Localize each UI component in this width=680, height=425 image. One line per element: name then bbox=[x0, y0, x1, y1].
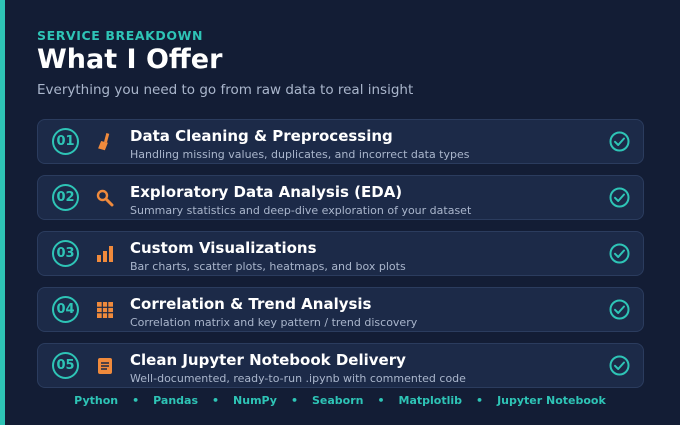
separator-dot: • bbox=[377, 394, 385, 407]
service-number: 01 bbox=[52, 128, 79, 155]
tech-python: Python bbox=[74, 394, 119, 407]
service-title: Custom Visualizations bbox=[130, 239, 317, 257]
check-circle-icon bbox=[609, 355, 630, 376]
bar-chart-icon bbox=[97, 246, 113, 262]
separator-dot: • bbox=[212, 394, 220, 407]
page-title: What I Offer bbox=[37, 44, 223, 75]
tech-numpy: NumPy bbox=[233, 394, 277, 407]
service-card-eda: 02 Exploratory Data Analysis (EDA) Summa… bbox=[37, 175, 644, 220]
tech-jupyter-notebook: Jupyter Notebook bbox=[497, 394, 606, 407]
left-accent-bar bbox=[0, 0, 5, 425]
broom-icon bbox=[98, 133, 110, 151]
service-card-cleaning: 01 Data Cleaning & Preprocessing Handlin… bbox=[37, 119, 644, 164]
tech-seaborn: Seaborn bbox=[312, 394, 364, 407]
service-title: Clean Jupyter Notebook Delivery bbox=[130, 351, 406, 369]
service-description: Correlation matrix and key pattern / tre… bbox=[130, 316, 418, 329]
tech-matplotlib: Matplotlib bbox=[398, 394, 463, 407]
magnifier-icon bbox=[96, 189, 114, 207]
check-circle-icon bbox=[609, 131, 630, 152]
check-circle-icon bbox=[609, 299, 630, 320]
check-circle-icon bbox=[609, 243, 630, 264]
service-list: 01 Data Cleaning & Preprocessing Handlin… bbox=[37, 119, 644, 399]
page-subtitle: Everything you need to go from raw data … bbox=[37, 82, 414, 98]
service-number: 05 bbox=[52, 352, 79, 379]
service-card-visualizations: 03 Custom Visualizations Bar charts, sca… bbox=[37, 231, 644, 276]
section-eyebrow: SERVICE BREAKDOWN bbox=[37, 28, 204, 43]
service-card-correlation: 04 Correlation & Trend Analysis Correlat… bbox=[37, 287, 644, 332]
service-title: Correlation & Trend Analysis bbox=[130, 295, 372, 313]
service-title: Exploratory Data Analysis (EDA) bbox=[130, 183, 403, 201]
tech-stack: Python • Pandas • NumPy • Seaborn • Matp… bbox=[0, 394, 680, 407]
service-card-notebook: 05 Clean Jupyter Notebook Delivery Well-… bbox=[37, 343, 644, 388]
tech-pandas: Pandas bbox=[153, 394, 198, 407]
service-description: Summary statistics and deep-dive explora… bbox=[130, 204, 472, 217]
service-number: 04 bbox=[52, 296, 79, 323]
separator-dot: • bbox=[132, 394, 140, 407]
service-description: Well-documented, ready-to-run .ipynb wit… bbox=[130, 372, 466, 385]
service-number: 03 bbox=[52, 240, 79, 267]
check-circle-icon bbox=[609, 187, 630, 208]
notebook-icon bbox=[98, 358, 112, 374]
service-description: Handling missing values, duplicates, and… bbox=[130, 148, 470, 161]
service-title: Data Cleaning & Preprocessing bbox=[130, 127, 393, 145]
service-description: Bar charts, scatter plots, heatmaps, and… bbox=[130, 260, 406, 273]
service-number: 02 bbox=[52, 184, 79, 211]
separator-dot: • bbox=[290, 394, 298, 407]
separator-dot: • bbox=[476, 394, 484, 407]
grid-icon bbox=[97, 302, 113, 318]
